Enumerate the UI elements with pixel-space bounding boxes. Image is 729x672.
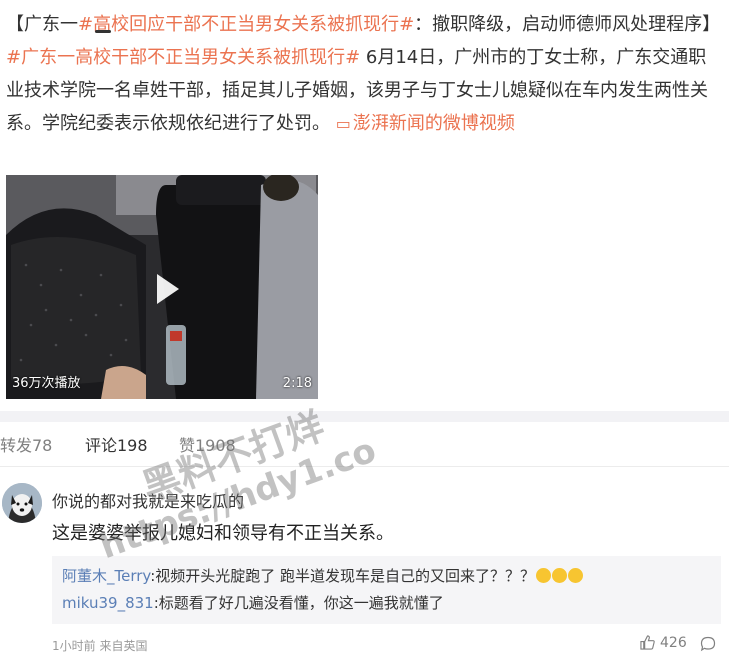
comment-username[interactable]: 你说的都对我就是来吃瓜的 [52, 488, 244, 512]
reply-username[interactable]: miku39_831 [62, 594, 154, 612]
reply-list: 阿董木_Terry:视频开头光腚跑了 跑半道发现车是自己的又回来了？？？ mik… [52, 556, 721, 624]
video-link-label: 澎湃新闻的微博视频 [352, 113, 515, 134]
play-icon[interactable] [157, 274, 179, 304]
laughing-emoji-icon [536, 568, 552, 583]
reply-item: 阿董木_Terry:视频开头光腚跑了 跑半道发现车是自己的又回来了？？？ [62, 565, 584, 586]
video-duration: 2:18 [282, 376, 312, 391]
tabs-divider [0, 466, 729, 467]
reply-text: :视频开头光腚跑了 跑半道发现车是自己的又回来了？？？ [150, 567, 536, 585]
active-tab-indicator [95, 30, 111, 33]
like-count: 426 [660, 635, 687, 651]
laughing-emoji-icon [568, 568, 584, 583]
video-source-link[interactable]: ▭ 澎湃新闻的微博视频 [336, 113, 515, 134]
post-prefix: 【广东一 [6, 14, 78, 35]
post-text: 【广东一#高校回应干部不正当男女关系被抓现行#：撤职降级，启动师德师风处理程序】… [6, 8, 722, 140]
hashtag-title[interactable]: #高校回应干部不正当男女关系被抓现行# [78, 14, 414, 35]
dog-avatar-icon [2, 483, 42, 523]
reply-text: :标题看了好几遍没看懂，你这一遍我就懂了 [153, 594, 444, 612]
laughing-emoji-icon [552, 568, 568, 583]
reply-item: miku39_831:标题看了好几遍没看懂，你这一遍我就懂了 [62, 592, 444, 613]
tab-repost[interactable]: 转发78 [0, 432, 52, 456]
watermark: 黑料不打烊 https://hdy1.co [64, 362, 446, 672]
avatar[interactable] [2, 483, 42, 523]
post-summary: ：撤职降级，启动师德师风处理程序】 [414, 14, 721, 35]
video-view-count: 36万次播放 [12, 376, 81, 391]
like-button[interactable]: 426 [640, 635, 687, 651]
tab-like[interactable]: 赞1908 [179, 432, 236, 456]
thumbs-up-icon [640, 635, 655, 650]
section-divider [0, 411, 729, 422]
comment-text: 这是婆婆举报儿媳妇和领导有不正当关系。 [52, 523, 394, 544]
video-thumbnail[interactable]: 36万次播放 2:18 [6, 175, 318, 399]
comment-bubble-icon [700, 636, 716, 652]
tab-comment[interactable]: 评论198 [85, 432, 148, 456]
video-link-icon: ▭ [335, 114, 351, 133]
reply-button[interactable] [700, 636, 716, 656]
comment-meta: 1小时前 来自英国 [52, 639, 148, 653]
reply-username[interactable]: 阿董木_Terry [62, 567, 150, 585]
hashtag-body[interactable]: #广东一高校干部不正当男女关系被抓现行# [6, 47, 360, 68]
